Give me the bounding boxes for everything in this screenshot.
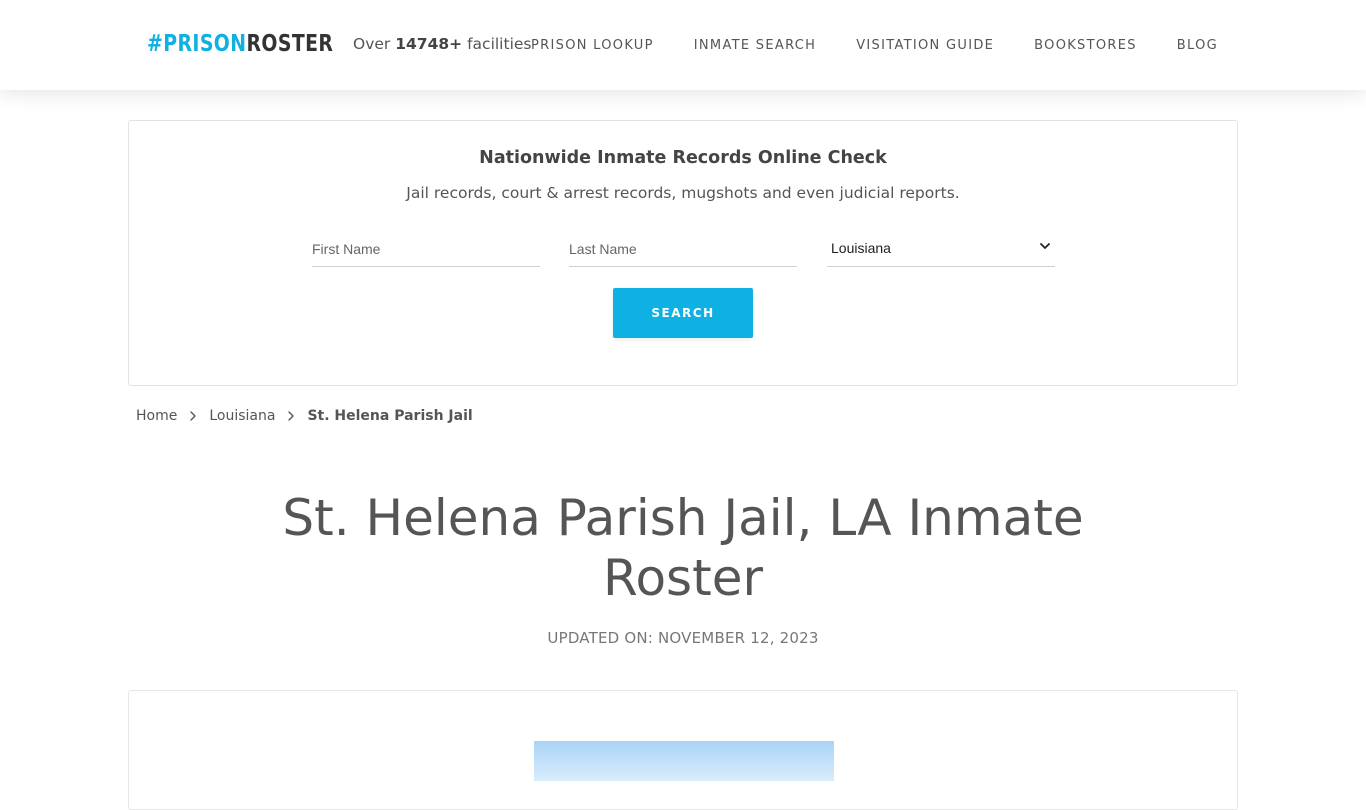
facilities-tagline: Over 14748+ facilities: [353, 35, 532, 53]
last-name-input[interactable]: [569, 231, 797, 266]
facilities-count: 14748+: [395, 35, 463, 53]
first-name-input[interactable]: [312, 231, 540, 266]
logo-roster: ROSTER: [246, 31, 334, 57]
facility-image: [534, 741, 834, 781]
chevron-right-icon: [288, 411, 295, 421]
breadcrumb-home[interactable]: Home: [136, 408, 177, 424]
logo-prison: PRISON: [163, 31, 247, 57]
nav-bookstores[interactable]: BOOKSTORES: [1034, 38, 1137, 53]
search-subtitle: Jail records, court & arrest records, mu…: [406, 184, 960, 202]
state-select[interactable]: Louisiana: [827, 231, 1055, 267]
tagline-prefix: Over: [353, 35, 391, 53]
last-name-field-wrapper: [569, 231, 797, 267]
breadcrumb-state[interactable]: Louisiana: [209, 408, 275, 424]
chevron-down-icon: [1040, 243, 1050, 249]
main-nav: PRISON LOOKUP INMATE SEARCH VISITATION G…: [531, 38, 1218, 53]
search-title: Nationwide Inmate Records Online Check: [479, 148, 887, 168]
nav-prison-lookup[interactable]: PRISON LOOKUP: [531, 38, 654, 53]
site-header: # PRISON ROSTER Over 14748+ facilities PRI…: [0, 0, 1366, 90]
state-select-value: Louisiana: [831, 240, 891, 256]
chevron-right-icon: [190, 411, 197, 421]
breadcrumb: Home Louisiana St. Helena Parish Jail: [136, 408, 473, 424]
tagline-suffix: facilities: [467, 35, 532, 53]
inmate-search-card: Nationwide Inmate Records Online Check J…: [128, 120, 1238, 386]
facility-content-card: [128, 690, 1238, 810]
nav-visitation-guide[interactable]: VISITATION GUIDE: [856, 38, 994, 53]
updated-date: UPDATED ON: NOVEMBER 12, 2023: [547, 629, 819, 647]
site-logo[interactable]: # PRISON ROSTER: [147, 28, 333, 60]
nav-inmate-search[interactable]: INMATE SEARCH: [694, 38, 816, 53]
breadcrumb-current: St. Helena Parish Jail: [307, 408, 473, 424]
first-name-field-wrapper: [312, 231, 540, 267]
logo-hash: #: [147, 31, 164, 57]
search-button[interactable]: SEARCH: [613, 288, 753, 338]
page-title: St. Helena Parish Jail, LA Inmate Roster: [282, 489, 1084, 607]
nav-blog[interactable]: BLOG: [1177, 38, 1218, 53]
